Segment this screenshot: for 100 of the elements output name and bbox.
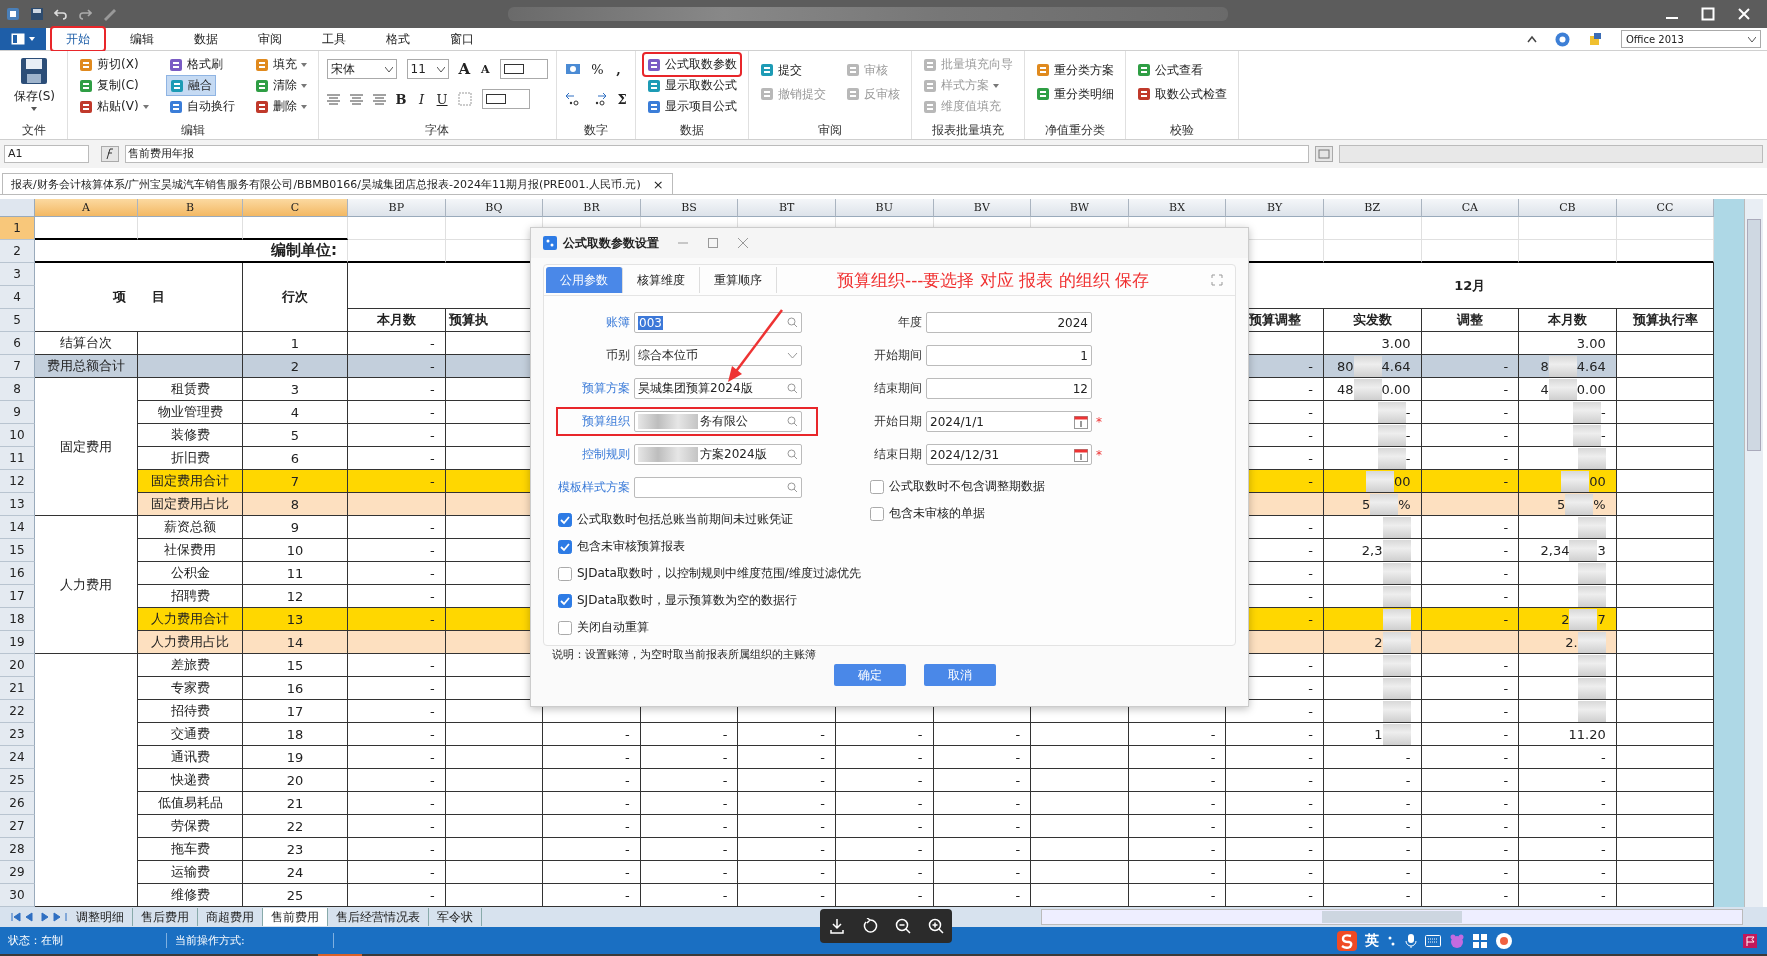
grid-icon[interactable] <box>1473 933 1487 948</box>
calendar-icon[interactable] <box>1074 447 1088 462</box>
row-header[interactable]: 12 <box>0 470 35 493</box>
theme-select[interactable]: Office 2013 <box>1621 30 1761 48</box>
row-header[interactable]: 28 <box>0 838 35 861</box>
search-icon[interactable] <box>787 383 798 394</box>
ribbon-button[interactable]: 格式刷 <box>165 54 226 75</box>
align-icon[interactable] <box>326 93 340 105</box>
field-label[interactable]: 预算组织 <box>558 413 630 430</box>
row-header[interactable]: 17 <box>0 585 35 608</box>
row-header[interactable]: 26 <box>0 792 35 815</box>
ribbon-button[interactable]: 填充 <box>251 54 310 75</box>
file-menu-button[interactable] <box>0 28 46 50</box>
row-header[interactable]: 9 <box>0 401 35 424</box>
row-header[interactable]: 30 <box>0 884 35 907</box>
save-button[interactable]: 保存(S) <box>10 54 59 113</box>
language-indicator[interactable]: 英 <box>1365 931 1379 950</box>
input-field[interactable] <box>634 477 802 498</box>
dialog-tab[interactable]: 公用参数 <box>546 267 623 293</box>
ribbon-button[interactable]: 删除 <box>251 96 310 117</box>
row-header[interactable]: 22 <box>0 700 35 723</box>
column-header[interactable]: CB <box>1519 199 1617 217</box>
formula-extra-field[interactable] <box>1339 145 1763 163</box>
zoom-out-icon[interactable] <box>894 918 911 934</box>
help-icon[interactable] <box>1555 31 1570 47</box>
row-header[interactable]: 11 <box>0 447 35 470</box>
ribbon-button[interactable]: 粘贴(V) <box>76 96 152 117</box>
column-header[interactable]: BT <box>738 199 836 217</box>
row-header[interactable]: 24 <box>0 746 35 769</box>
ribbon-button[interactable]: 清除 <box>251 75 310 96</box>
ribbon-button[interactable]: 显示项目公式 <box>644 96 741 117</box>
row-header[interactable]: 25 <box>0 769 35 792</box>
checkbox[interactable] <box>870 479 884 494</box>
ribbon-button[interactable]: 取数公式检查 <box>1134 82 1231 106</box>
input-field[interactable]: 2024/12/31 <box>926 444 1092 465</box>
ribbon-button[interactable]: 显示取数公式 <box>644 75 741 96</box>
search-icon[interactable] <box>787 317 798 328</box>
row-header[interactable]: 20 <box>0 654 35 677</box>
ribbon-button[interactable]: 自动换行 <box>165 96 238 117</box>
percent-button[interactable]: % <box>591 61 604 77</box>
input-field[interactable]: 2024 <box>926 312 1092 333</box>
row-header[interactable]: 14 <box>0 516 35 539</box>
row-header[interactable]: 16 <box>0 562 35 585</box>
collapse-icon[interactable] <box>1527 35 1537 43</box>
column-header[interactable]: BV <box>933 199 1032 217</box>
cell-reference-field[interactable]: A1 <box>4 145 89 163</box>
column-header[interactable]: BX <box>1128 199 1227 217</box>
search-icon[interactable] <box>787 416 798 427</box>
column-header[interactable]: BU <box>835 199 934 217</box>
column-header[interactable]: BP <box>348 199 446 217</box>
menu-tab[interactable]: 工具 <box>308 28 360 50</box>
field-label[interactable]: 控制规则 <box>558 446 630 463</box>
ribbon-button[interactable]: 重分类明细 <box>1033 82 1118 106</box>
column-header[interactable]: BY <box>1226 199 1324 217</box>
rotate-icon[interactable] <box>861 918 878 934</box>
app-icon[interactable] <box>6 7 20 21</box>
column-header[interactable]: BS <box>640 199 739 217</box>
row-header[interactable]: 6 <box>0 332 35 355</box>
calendar-icon[interactable] <box>1074 414 1088 429</box>
expand-icon[interactable] <box>1211 274 1223 286</box>
underline-button[interactable]: U <box>436 91 448 107</box>
sheet-tab[interactable]: 军令状 <box>429 908 482 926</box>
undo-icon[interactable] <box>54 7 68 21</box>
column-header[interactable]: C <box>243 199 348 217</box>
row-header[interactable]: 23 <box>0 723 35 746</box>
input-field[interactable]: 综合本位币 <box>634 345 802 366</box>
font-select[interactable]: 宋体 <box>326 59 397 79</box>
dialog-tab[interactable]: 核算维度 <box>623 267 700 293</box>
ribbon-button[interactable]: 复制(C) <box>76 75 142 96</box>
toolbox-icon[interactable] <box>1495 931 1513 950</box>
column-header[interactable]: CC <box>1616 199 1715 217</box>
paint-icon[interactable] <box>1588 31 1603 47</box>
download-icon[interactable] <box>828 918 845 934</box>
currency-icon[interactable] <box>565 62 582 76</box>
sheet-navigation-icon[interactable] <box>10 911 68 923</box>
ribbon-button[interactable]: 提交 <box>757 58 806 82</box>
keyboard-icon[interactable] <box>1425 934 1441 947</box>
bold-button[interactable]: B <box>395 91 407 107</box>
dialog-tab[interactable]: 重算顺序 <box>700 267 777 293</box>
row-header[interactable]: 1 <box>0 217 35 240</box>
ok-button[interactable]: 确定 <box>833 664 906 686</box>
font-size-select[interactable]: 11 <box>406 59 449 79</box>
row-header[interactable]: 3 <box>0 263 35 286</box>
column-header[interactable]: BQ <box>445 199 544 217</box>
formula-field[interactable]: 售前费用年报 <box>125 145 1309 163</box>
sheet-tab[interactable]: 售后经营情况表 <box>328 908 429 926</box>
document-tab-title[interactable]: 报表/财务会计核算体系/广州宝昊城汽车销售服务有限公司/BBMB0166/昊城集团店总报表-2024年11期月报(PRE001.人民币.元) <box>11 176 641 192</box>
search-icon[interactable] <box>787 482 798 493</box>
field-label[interactable]: 预算方案 <box>558 380 630 397</box>
border-select[interactable] <box>500 59 549 79</box>
shrink-font-button[interactable]: A <box>480 62 491 76</box>
menu-tab[interactable]: 审阅 <box>244 28 296 50</box>
row-header[interactable]: 29 <box>0 861 35 884</box>
column-header[interactable]: BW <box>1031 199 1129 217</box>
column-header[interactable]: B <box>138 199 243 217</box>
grow-font-button[interactable]: A <box>458 60 471 78</box>
microphone-icon[interactable] <box>1405 932 1417 949</box>
ribbon-button[interactable]: 公式取数参数 <box>644 54 741 75</box>
row-header[interactable]: 18 <box>0 608 35 631</box>
ribbon-button[interactable]: 剪切(X) <box>76 54 142 75</box>
